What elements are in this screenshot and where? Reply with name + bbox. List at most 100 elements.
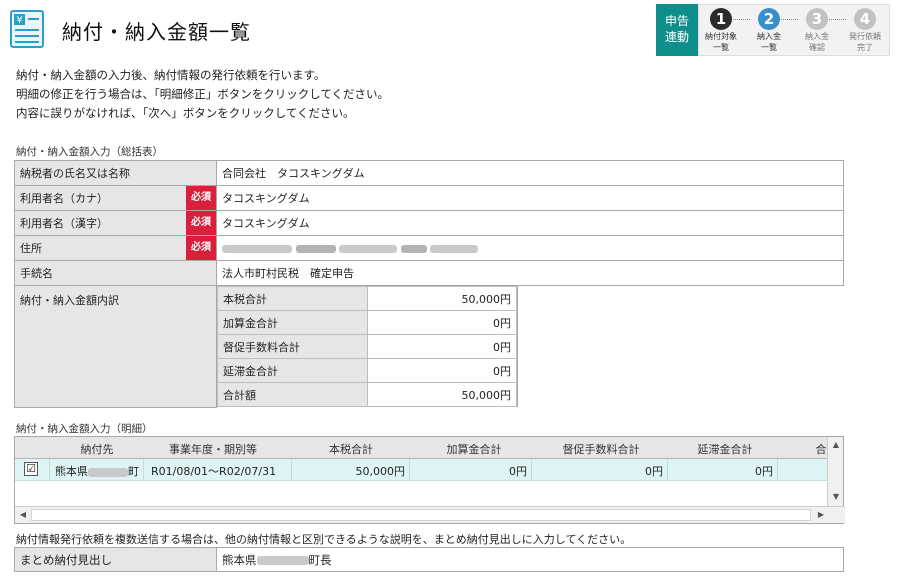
breakdown-item-label: 督促手数料合計	[217, 334, 368, 359]
row-tax: 50,000円	[355, 465, 406, 478]
kanji-name-label: 利用者名（漢字）	[20, 217, 108, 230]
breakdown-item-label: 本税合計	[217, 286, 368, 311]
breakdown-item-value: 50,000円	[367, 286, 517, 311]
progress-stepper: 申告 連動 1 納付対象 一覧 2 納入金 一覧 3 納入金 確認 4 発行依頼…	[656, 4, 890, 56]
steps: 1 納付対象 一覧 2 納入金 一覧 3 納入金 確認 4 発行依頼 完了	[698, 4, 890, 56]
row-payee-prefix: 熊本県	[55, 465, 88, 478]
step-4-label-2: 完了	[857, 43, 873, 52]
matome-table: まとめ納付見出し 熊本県 町長	[14, 547, 844, 572]
intro-line: 納付・納入金額の入力後、納付情報の発行依頼を行います。	[16, 68, 326, 82]
row-payee-suffix: 町	[128, 465, 139, 478]
breakdown-item-value: 0円	[367, 358, 517, 383]
grid-header: 納付先 事業年度・期別等 本税合計 加算金合計 督促手数料合計 延滞金合計 合	[15, 437, 828, 459]
detail-section-label: 納付・納入金額入力（明細）	[16, 423, 153, 435]
row-surcharge: 0円	[509, 465, 527, 478]
breakdown-row: 本税合計 50,000円	[217, 286, 517, 311]
redacted-text	[88, 467, 128, 477]
breakdown-item-label: 加算金合計	[217, 310, 368, 335]
breakdown-row: 合計額 50,000円	[217, 382, 517, 407]
required-badge: 必須	[186, 186, 216, 210]
address-label: 住所	[20, 242, 42, 255]
page-header: ¥ 納付・納入金額一覧 申告 連動 1 納付対象 一覧 2 納入金 一覧 3 納…	[0, 0, 900, 56]
scroll-up-icon[interactable]: ▲	[828, 437, 844, 453]
taxpayer-name-label: 納税者の氏名又は名称	[14, 160, 217, 186]
step-2-circle: 2	[758, 8, 780, 30]
redacted-text	[430, 244, 478, 253]
summary-row: 手続名 法人市町村民税 確定申告	[14, 260, 844, 286]
matome-note: 納付情報発行依頼を複数送信する場合は、他の納付情報と区別できるような説明を、まと…	[16, 533, 632, 546]
address-field[interactable]	[216, 235, 844, 261]
kana-name-label: 利用者名（カナ）	[20, 192, 108, 205]
scroll-down-icon[interactable]: ▼	[828, 489, 844, 505]
scroll-thumb[interactable]	[31, 509, 811, 521]
redacted-text	[256, 555, 309, 565]
row-payee: 熊本県 町	[55, 463, 139, 479]
scroll-right-icon[interactable]: ▶	[813, 507, 829, 523]
row-delinquency: 0円	[755, 465, 773, 478]
col-header-delinquency[interactable]: 延滞金合計	[675, 441, 775, 457]
step-4-label-1: 発行依頼	[849, 32, 881, 41]
vertical-scrollbar[interactable]: ▲ ▼	[827, 437, 843, 507]
breakdown-spacer	[517, 285, 844, 407]
breakdown-label: 納付・納入金額内訳	[14, 285, 217, 408]
breakdown-item-value: 0円	[367, 310, 517, 335]
step-3-label-1: 納入金	[805, 32, 829, 41]
horizontal-scrollbar[interactable]: ◀ ▶	[15, 506, 845, 523]
column-divider	[409, 459, 410, 481]
summary-row: 住所 必須	[14, 235, 844, 261]
breakdown-item-value: 50,000円	[367, 382, 517, 407]
breakdown-item-value: 0円	[367, 334, 517, 359]
breakdown-table: 本税合計 50,000円 加算金合計 0円 督促手数料合計 0円 延滞金合計 0円 合計…	[217, 286, 517, 407]
matome-value-suffix: 町長	[308, 552, 332, 567]
row-checkbox[interactable]: ☑	[24, 462, 38, 476]
intro-text: 納付・納入金額の入力後、納付情報の発行依頼を行います。 明細の修正を行う場合は、…	[16, 66, 836, 123]
scroll-left-icon[interactable]: ◀	[15, 507, 31, 523]
summary-table: 納税者の氏名又は名称 合同会社 タコスキングダム 利用者名（カナ） 必須 タコス…	[14, 160, 844, 408]
document-yen-icon: ¥	[10, 10, 44, 48]
step-3-circle: 3	[806, 8, 828, 30]
kanji-name-field[interactable]: タコスキングダム	[216, 210, 844, 236]
badge-line-2: 連動	[664, 30, 689, 44]
summary-row: 納付・納入金額内訳 本税合計 50,000円 加算金合計 0円 督促手数料合計 0円 …	[14, 285, 844, 408]
required-badge: 必須	[186, 211, 216, 235]
redacted-text	[222, 244, 292, 253]
required-badge: 必須	[186, 236, 216, 260]
kana-name-label-cell: 利用者名（カナ） 必須	[14, 185, 217, 211]
badge-line-1: 申告	[664, 14, 689, 28]
row-fee: 0円	[645, 465, 663, 478]
svg-text:¥: ¥	[16, 15, 22, 26]
detail-grid[interactable]: 納付先 事業年度・期別等 本税合計 加算金合計 督促手数料合計 延滞金合計 合 …	[14, 436, 845, 524]
col-header-period[interactable]: 事業年度・期別等	[143, 441, 283, 457]
step-2-label-1: 納入金	[757, 32, 781, 41]
breakdown-cell: 本税合計 50,000円 加算金合計 0円 督促手数料合計 0円 延滞金合計 0円 合計…	[217, 286, 518, 407]
intro-line: 明細の修正を行う場合は、「明細修正」ボタンをクリックしてください。	[16, 87, 390, 101]
col-header-payee[interactable]: 納付先	[57, 441, 137, 457]
col-header-surcharge[interactable]: 加算金合計	[419, 441, 529, 457]
column-divider	[667, 459, 668, 481]
col-header-tax[interactable]: 本税合計	[301, 441, 401, 457]
summary-row: 納税者の氏名又は名称 合同会社 タコスキングダム	[14, 160, 844, 186]
breakdown-row: 加算金合計 0円	[217, 310, 517, 335]
matome-field[interactable]: 熊本県 町長	[216, 547, 844, 572]
procedure-value: 法人市町村民税 確定申告	[216, 260, 844, 286]
redacted-text	[339, 244, 397, 253]
matome-value-prefix: 熊本県	[222, 552, 257, 567]
redacted-text	[400, 244, 427, 253]
summary-row: 利用者名（カナ） 必須 タコスキングダム	[14, 185, 844, 211]
address-label-cell: 住所 必須	[14, 235, 217, 261]
step-1: 1 納付対象 一覧	[699, 8, 743, 52]
table-row[interactable]: ☑ 熊本県 町 R01/08/01～R02/07/31 50,000円 0円 0円…	[15, 459, 828, 481]
breakdown-item-label: 合計額	[217, 382, 368, 407]
kana-name-field[interactable]: タコスキングダム	[216, 185, 844, 211]
matome-row: まとめ納付見出し 熊本県 町長	[14, 547, 844, 572]
step-2-label-2: 一覧	[761, 43, 777, 52]
col-header-fee[interactable]: 督促手数料合計	[539, 441, 663, 457]
matome-label: まとめ納付見出し	[14, 547, 217, 572]
kanji-name-label-cell: 利用者名（漢字） 必須	[14, 210, 217, 236]
column-divider	[777, 459, 778, 481]
step-1-circle: 1	[710, 8, 732, 30]
column-divider	[291, 459, 292, 481]
step-3: 3 納入金 確認	[795, 8, 839, 52]
step-4-circle: 4	[854, 8, 876, 30]
step-1-label-2: 一覧	[713, 43, 729, 52]
